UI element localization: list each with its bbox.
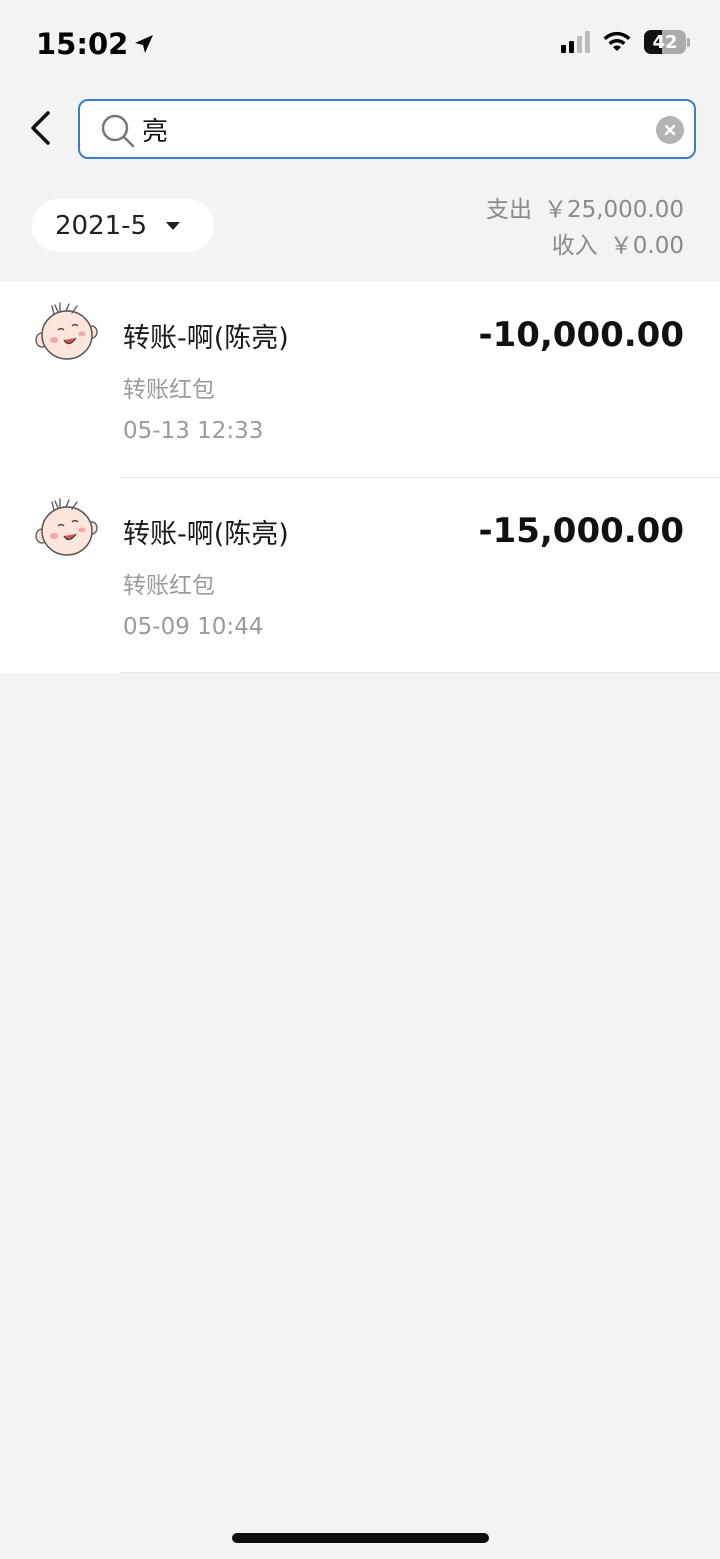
caret-down-icon [166, 221, 181, 230]
summary-totals: 支出 ￥25,000.00 收入 ￥0.00 [486, 192, 684, 264]
transaction-row[interactable]: 转账-啊(陈亮) 转账红包 05-13 12:33 -10,000.00 [0, 282, 720, 478]
location-arrow-icon [135, 35, 154, 53]
battery-text: 42 [652, 31, 678, 53]
transaction-title: 转账-啊(陈亮) [123, 323, 289, 354]
home-indicator [232, 1533, 489, 1543]
expense-summary: 支出 ￥25,000.00 [486, 192, 684, 228]
transaction-title: 转账-啊(陈亮) [123, 519, 289, 550]
status-time: 15:02 [36, 27, 156, 61]
transaction-list: 转账-啊(陈亮) 转账红包 05-13 12:33 -10,000.00 转账-… [0, 282, 720, 673]
transaction-datetime: 05-13 12:33 [123, 418, 264, 444]
transaction-datetime: 05-09 10:44 [123, 614, 264, 640]
battery-icon: 42 [644, 30, 690, 54]
expense-label: 支出 [485, 197, 532, 223]
search-box[interactable] [78, 99, 696, 159]
month-picker[interactable]: 2021-5 [32, 199, 214, 252]
income-summary: 收入 ￥0.00 [486, 228, 684, 264]
month-label: 2021-5 [55, 210, 148, 241]
search-icon [101, 114, 135, 148]
transaction-amount: -15,000.00 [478, 511, 684, 551]
clear-icon [664, 124, 676, 136]
avatar [35, 498, 98, 556]
income-label: 收入 [551, 233, 598, 259]
back-button[interactable] [20, 104, 60, 152]
status-icons: 42 [561, 30, 690, 54]
transaction-amount: -10,000.00 [478, 315, 684, 355]
wifi-icon [603, 31, 631, 51]
back-chevron-icon [31, 111, 50, 145]
search-input[interactable] [142, 109, 622, 149]
transaction-row[interactable]: 转账-啊(陈亮) 转账红包 05-09 10:44 -15,000.00 [0, 478, 720, 673]
clear-search-button[interactable] [656, 116, 684, 144]
transaction-category: 转账红包 [123, 377, 215, 403]
status-bar: 15:02 42 [0, 0, 720, 90]
clock-text: 15:02 [36, 27, 129, 61]
expense-amount: ￥25,000.00 [543, 197, 684, 223]
cellular-signal-icon [561, 31, 590, 53]
row-divider [120, 672, 720, 673]
income-amount: ￥0.00 [609, 233, 684, 259]
avatar [35, 302, 98, 360]
transaction-category: 转账红包 [123, 573, 215, 599]
